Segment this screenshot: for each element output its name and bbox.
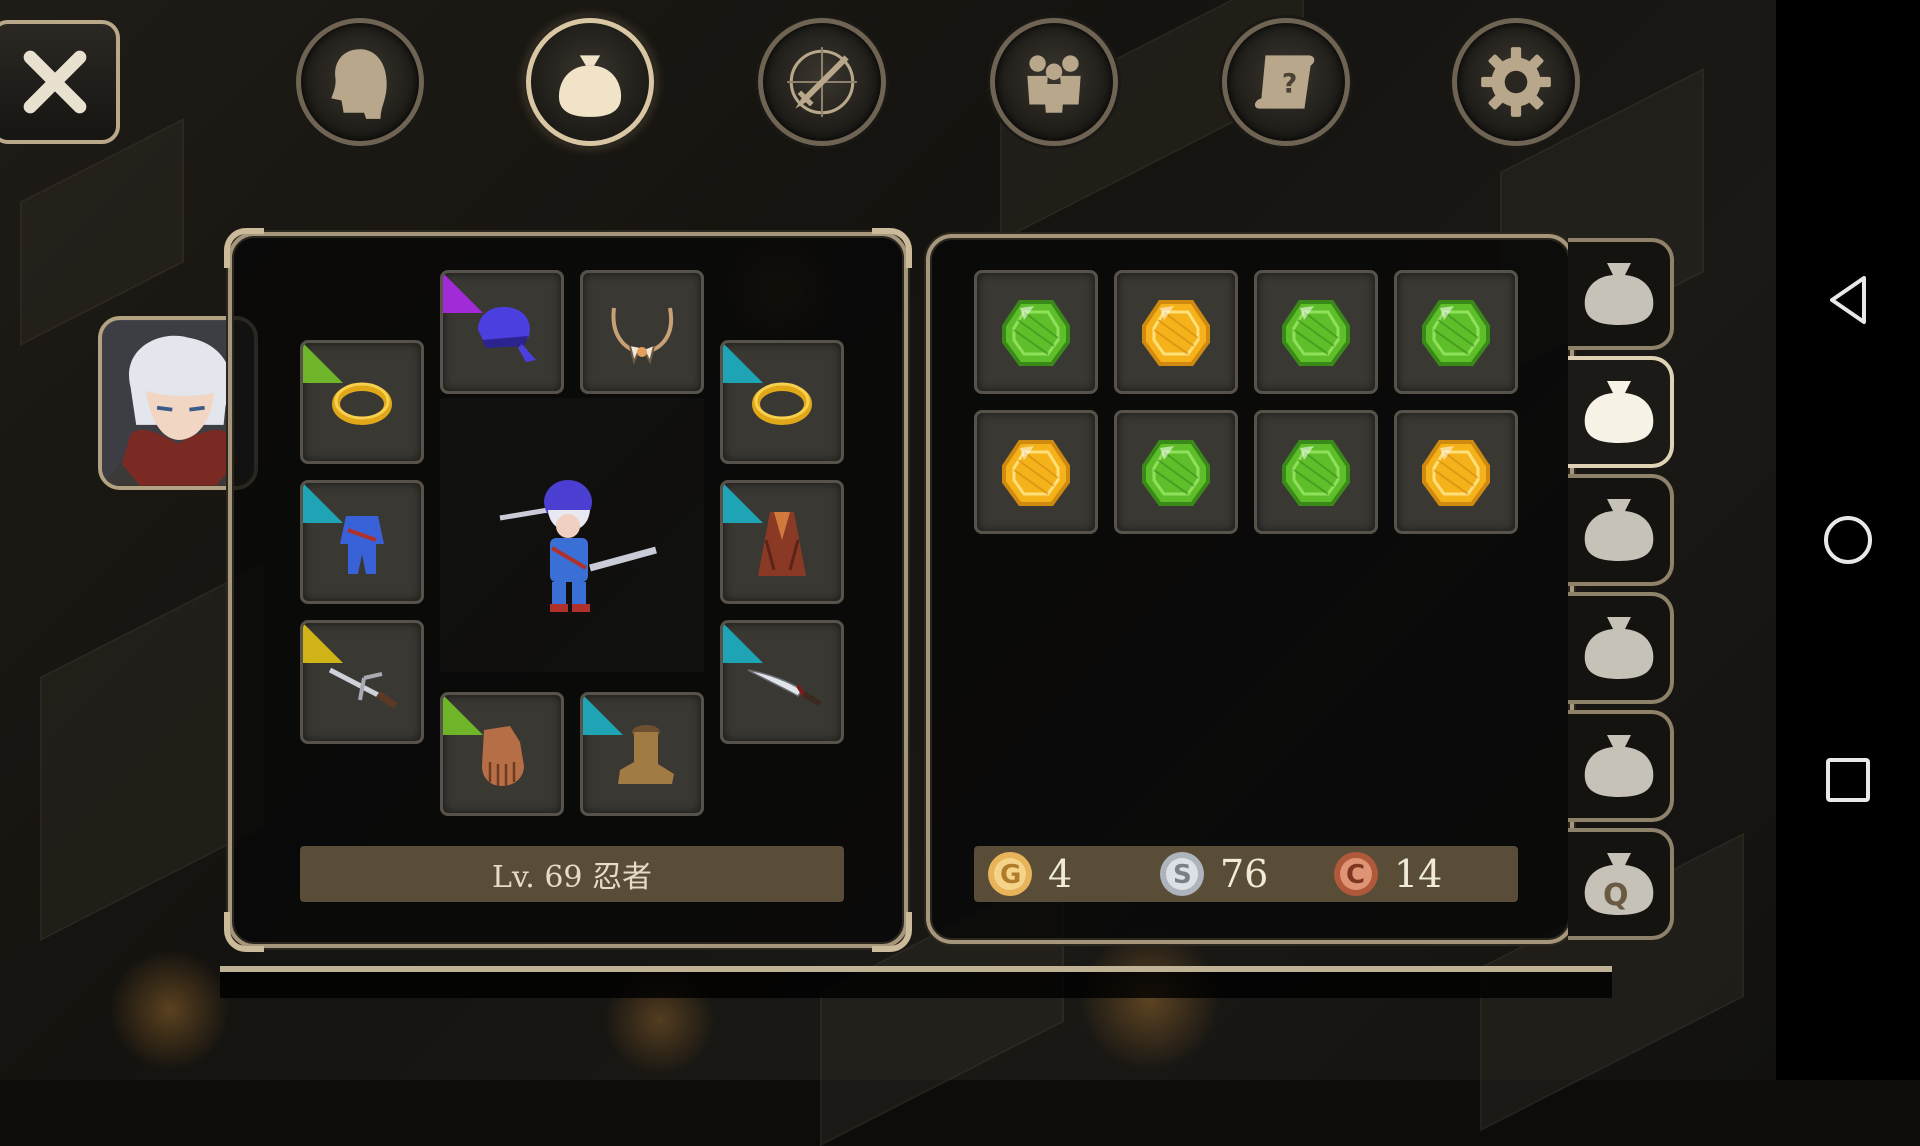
gold-gem-icon	[1142, 300, 1210, 366]
rarity-marker	[443, 273, 523, 313]
tab-quests[interactable]: ?	[1222, 18, 1350, 146]
panel-corner	[224, 228, 264, 268]
gold-gem-icon	[1002, 440, 1070, 506]
rarity-marker	[723, 483, 803, 523]
rarity-marker	[303, 623, 383, 663]
rarity-marker	[723, 623, 803, 663]
svg-text:G: G	[1000, 860, 1021, 890]
fang-necklace-icon	[611, 307, 674, 366]
equip-slot-hands[interactable]	[440, 692, 564, 816]
bag-tab[interactable]: Q	[1568, 828, 1674, 940]
rarity-marker	[443, 695, 523, 735]
equip-slot-ring-right[interactable]	[720, 340, 844, 464]
bag-tab[interactable]	[1568, 238, 1674, 350]
inventory-slot[interactable]	[1254, 410, 1378, 534]
silver-currency: S 76	[1158, 850, 1268, 898]
group-icon	[1027, 55, 1081, 113]
currency-bar: G 4 S 76 C 14	[974, 846, 1518, 902]
gold-currency: G 4	[986, 850, 1072, 898]
class-level-text: Lv. 69 忍者	[491, 860, 653, 895]
inventory-slot[interactable]	[1394, 270, 1518, 394]
inventory-slot[interactable]	[1394, 410, 1518, 534]
bag-icon	[1584, 499, 1654, 561]
bag-icon	[1584, 263, 1654, 325]
silver-amount: 76	[1220, 852, 1269, 896]
equip-slot-head[interactable]	[440, 270, 564, 394]
tab-skills[interactable]	[758, 18, 886, 146]
gear-icon	[1481, 47, 1551, 117]
svg-text:S: S	[1173, 860, 1192, 890]
gold-amount: 4	[1048, 852, 1073, 896]
gold-coin-icon: G	[988, 852, 1032, 896]
character-preview	[440, 398, 704, 672]
green-gem-icon	[1002, 300, 1070, 366]
inventory-slot[interactable]	[974, 410, 1098, 534]
home-nav-button[interactable]	[1818, 510, 1878, 570]
tab-inventory[interactable]	[526, 18, 654, 146]
recents-nav-button[interactable]	[1818, 750, 1878, 810]
bag-tab[interactable]	[1568, 592, 1674, 704]
head-icon	[331, 49, 387, 119]
green-gem-icon	[1422, 300, 1490, 366]
equip-slot-body[interactable]	[300, 480, 424, 604]
panel-corner	[872, 228, 912, 268]
hud-shadow	[220, 972, 1612, 998]
copper-coin-icon: C	[1334, 852, 1378, 896]
bag-icon: Q	[1584, 853, 1654, 915]
copper-amount: 14	[1394, 852, 1443, 896]
back-nav-button[interactable]	[1818, 270, 1878, 330]
home-circle-icon	[1824, 516, 1872, 564]
inventory-slot[interactable]	[974, 270, 1098, 394]
tab-character[interactable]	[296, 18, 424, 146]
class-level-label: Lv. 69 忍者	[300, 846, 844, 902]
bag-icon	[1584, 735, 1654, 797]
inventory-slot[interactable]	[1254, 270, 1378, 394]
inventory-slot[interactable]	[1114, 270, 1238, 394]
tab-party[interactable]	[990, 18, 1118, 146]
rarity-marker	[303, 483, 383, 523]
recents-square-icon	[1826, 758, 1870, 802]
green-gem-icon	[1282, 440, 1350, 506]
close-button[interactable]	[0, 20, 120, 144]
ninja-sprite	[499, 480, 657, 612]
silver-coin-icon: S	[1160, 852, 1204, 896]
bag-tab-label: Q	[1603, 878, 1629, 913]
tab-settings[interactable]	[1452, 18, 1580, 146]
bag-icon	[1584, 381, 1654, 443]
equip-slot-off-hand[interactable]	[720, 620, 844, 744]
scroll-icon: ?	[1254, 55, 1315, 109]
equip-slot-cloak[interactable]	[720, 480, 844, 604]
equip-slot-main-hand[interactable]	[300, 620, 424, 744]
equip-slot-neck[interactable]	[580, 270, 704, 394]
inventory-slot[interactable]	[1114, 410, 1238, 534]
bag-tab[interactable]	[1568, 474, 1674, 586]
panel-corner	[224, 912, 264, 952]
back-triangle-icon	[1830, 276, 1866, 324]
rarity-marker	[583, 695, 663, 735]
bag-icon	[558, 55, 622, 117]
compass-sword-icon	[787, 47, 857, 117]
green-gem-icon	[1142, 440, 1210, 506]
close-icon	[23, 50, 87, 114]
svg-text:C: C	[1346, 860, 1365, 890]
equip-slot-feet[interactable]	[580, 692, 704, 816]
bag-tab[interactable]	[1568, 356, 1674, 468]
equip-slot-ring-left[interactable]	[300, 340, 424, 464]
green-gem-icon	[1282, 300, 1350, 366]
bag-icon	[1584, 617, 1654, 679]
bag-tab[interactable]	[1568, 710, 1674, 822]
svg-text:?: ?	[1282, 68, 1297, 99]
rarity-marker	[723, 343, 803, 383]
rarity-marker	[303, 343, 383, 383]
gold-gem-icon	[1422, 440, 1490, 506]
copper-currency: C 14	[1332, 850, 1442, 898]
